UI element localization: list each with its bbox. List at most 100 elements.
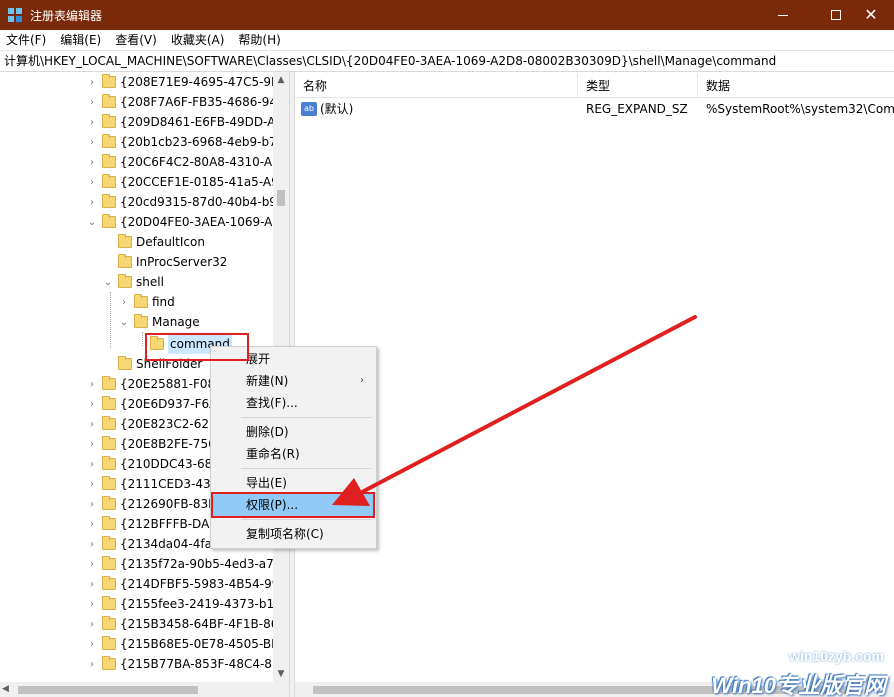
folder-icon (102, 74, 116, 88)
chevron-right-icon[interactable]: › (118, 292, 130, 312)
tree-item-shell[interactable]: ⌄ shell (102, 272, 164, 292)
chevron-right-icon[interactable]: › (86, 514, 98, 534)
chevron-down-icon[interactable]: ⌄ (118, 312, 130, 332)
menu-file[interactable]: 文件(F) (0, 30, 54, 50)
chevron-right-icon[interactable]: › (86, 594, 98, 614)
minimize-button[interactable] (760, 0, 806, 30)
folder-icon (102, 134, 116, 148)
tree-item[interactable]: › {20C6F4C2-80A8-4310-A59 (86, 152, 287, 172)
tree-item[interactable]: › {215B68E5-0E78-4505-BE4 (86, 634, 286, 654)
folder-icon (102, 214, 116, 228)
chevron-right-icon[interactable]: › (86, 494, 98, 514)
tree-item[interactable]: › {20CCEF1E-0185-41a5-A93 (86, 172, 286, 192)
chevron-right-icon[interactable]: › (86, 614, 98, 634)
menu-separator (241, 417, 372, 418)
scroll-left-icon[interactable]: ◀ (2, 682, 9, 697)
chevron-right-icon[interactable]: › (86, 152, 98, 172)
column-header-type[interactable]: 类型 (578, 74, 698, 98)
tree-item[interactable]: › {20cd9315-87d0-40b4-b92 (86, 192, 285, 212)
tree-guide-line (110, 292, 111, 348)
context-menu-item-find[interactable]: 查找(F)... (213, 392, 374, 414)
folder-icon (102, 576, 116, 590)
scrollbar-thumb[interactable] (18, 686, 198, 694)
chevron-right-icon[interactable]: › (86, 192, 98, 212)
values-list: 名称 类型 数据 ab (默认) REG_EXPAND_SZ %SystemRo… (295, 72, 894, 697)
context-menu-item-export[interactable]: 导出(E) (213, 472, 374, 494)
title-bar[interactable]: 注册表编辑器 ✕ (0, 0, 894, 30)
chevron-right-icon[interactable]: › (86, 72, 98, 92)
tree-item[interactable]: › {20E25881-F081 (86, 374, 223, 394)
chevron-right-icon[interactable]: › (86, 554, 98, 574)
chevron-right-icon[interactable]: › (86, 374, 98, 394)
menu-edit[interactable]: 编辑(E) (54, 30, 109, 50)
tree-item-defaulticon[interactable]: DefaultIcon (102, 232, 205, 252)
tree-item[interactable]: › {20E8B2FE-7568 (86, 434, 223, 454)
tree-item[interactable]: › {2155fee3-2419-4373-b10 (86, 594, 282, 614)
scroll-up-icon[interactable]: ▲ (273, 72, 289, 88)
context-menu-item-rename[interactable]: 重命名(R) (213, 443, 374, 465)
tree-item[interactable]: › {214DFBF5-5983-4B54-996 (86, 574, 287, 594)
chevron-down-icon[interactable]: ⌄ (86, 212, 98, 232)
folder-icon (102, 496, 116, 510)
tree-item[interactable]: › {215B77BA-853F-48C4-8D (86, 654, 281, 674)
address-bar[interactable]: 计算机\HKEY_LOCAL_MACHINE\SOFTWARE\Classes\… (0, 50, 894, 72)
chevron-right-icon[interactable]: › (86, 132, 98, 152)
chevron-right-icon[interactable]: › (86, 394, 98, 414)
chevron-right-icon[interactable]: › (86, 474, 98, 494)
chevron-down-icon[interactable]: ⌄ (102, 272, 114, 292)
chevron-right-icon[interactable]: › (86, 92, 98, 112)
folder-icon (102, 556, 116, 570)
menu-help[interactable]: 帮助(H) (232, 30, 288, 50)
tree-item[interactable]: › {2111CED3-439 (86, 474, 218, 494)
chevron-right-icon[interactable]: › (86, 574, 98, 594)
tree-item-find[interactable]: › find (118, 292, 175, 312)
menu-favorites[interactable]: 收藏夹(A) (165, 30, 233, 50)
chevron-right-icon[interactable]: › (86, 112, 98, 132)
watermark-url: win10zyb.com (789, 648, 884, 664)
tree-item[interactable]: › {210DDC43-689 (86, 454, 220, 474)
tree-item[interactable]: › {208E71E9-4695-47C5-9E0 (86, 72, 286, 92)
tree-item[interactable]: › {20E823C2-62F3 (86, 414, 224, 434)
folder-icon (118, 356, 132, 370)
minimize-icon (778, 14, 788, 16)
scrollbar-thumb[interactable] (277, 190, 285, 206)
tree-item-inprocserver32[interactable]: InProcServer32 (102, 252, 227, 272)
tree-item[interactable]: › {208F7A6F-FB35-4686-949 (86, 92, 285, 112)
registry-editor-window: 注册表编辑器 ✕ 文件(F) 编辑(E) 查看(V) 收藏夹(A) 帮助(H) … (0, 0, 894, 697)
tree-item[interactable]: › {212BFFFB-DAB (86, 514, 218, 534)
tree-item[interactable]: › {2135f72a-90b5-4ed3-a7f (86, 554, 278, 574)
chevron-right-icon[interactable]: › (86, 634, 98, 654)
folder-icon (102, 536, 116, 550)
column-header-name[interactable]: 名称 (295, 74, 578, 98)
chevron-right-icon[interactable]: › (86, 434, 98, 454)
value-type: REG_EXPAND_SZ (586, 102, 688, 116)
tree-item-20d04fe0[interactable]: ⌄ {20D04FE0-3AEA-1069-A2I (86, 212, 284, 232)
tree-item[interactable]: › {20b1cb23-6968-4eb9-b7c (86, 132, 283, 152)
table-row[interactable]: ab (默认) REG_EXPAND_SZ %SystemRoot%\syste… (295, 99, 894, 119)
column-header-data[interactable]: 数据 (698, 74, 894, 98)
tree-item-manage[interactable]: ⌄ Manage (118, 312, 200, 332)
chevron-right-icon[interactable]: › (86, 172, 98, 192)
folder-icon (102, 174, 116, 188)
tree-horizontal-scrollbar[interactable]: ◀ (0, 682, 289, 697)
chevron-right-icon[interactable]: › (86, 414, 98, 434)
folder-icon (102, 396, 116, 410)
folder-icon (102, 154, 116, 168)
tree-item[interactable]: › {215B3458-64BF-4F1B-86A (86, 614, 287, 634)
scroll-down-icon[interactable]: ▼ (273, 666, 289, 682)
folder-icon (102, 516, 116, 530)
chevron-right-icon[interactable]: › (86, 454, 98, 474)
tree-item[interactable]: › {209D8461-E6FB-49DD-A8 (86, 112, 283, 132)
tree-item[interactable]: › {2134da04-4fa (86, 534, 212, 554)
menu-view[interactable]: 查看(V) (109, 30, 165, 50)
tree-item[interactable]: › {212690FB-83E5 (86, 494, 223, 514)
folder-icon (118, 234, 132, 248)
chevron-right-icon[interactable]: › (86, 654, 98, 674)
context-menu-item-copy-key-name[interactable]: 复制项名称(C) (213, 523, 374, 545)
value-name: (默认) (320, 102, 354, 116)
close-button[interactable]: ✕ (848, 0, 894, 30)
context-menu-item-new[interactable]: 新建(N) › (213, 370, 374, 392)
chevron-right-icon[interactable]: › (86, 534, 98, 554)
tree-item[interactable]: › {20E6D937-F6A (86, 394, 217, 414)
context-menu-item-delete[interactable]: 删除(D) (213, 421, 374, 443)
